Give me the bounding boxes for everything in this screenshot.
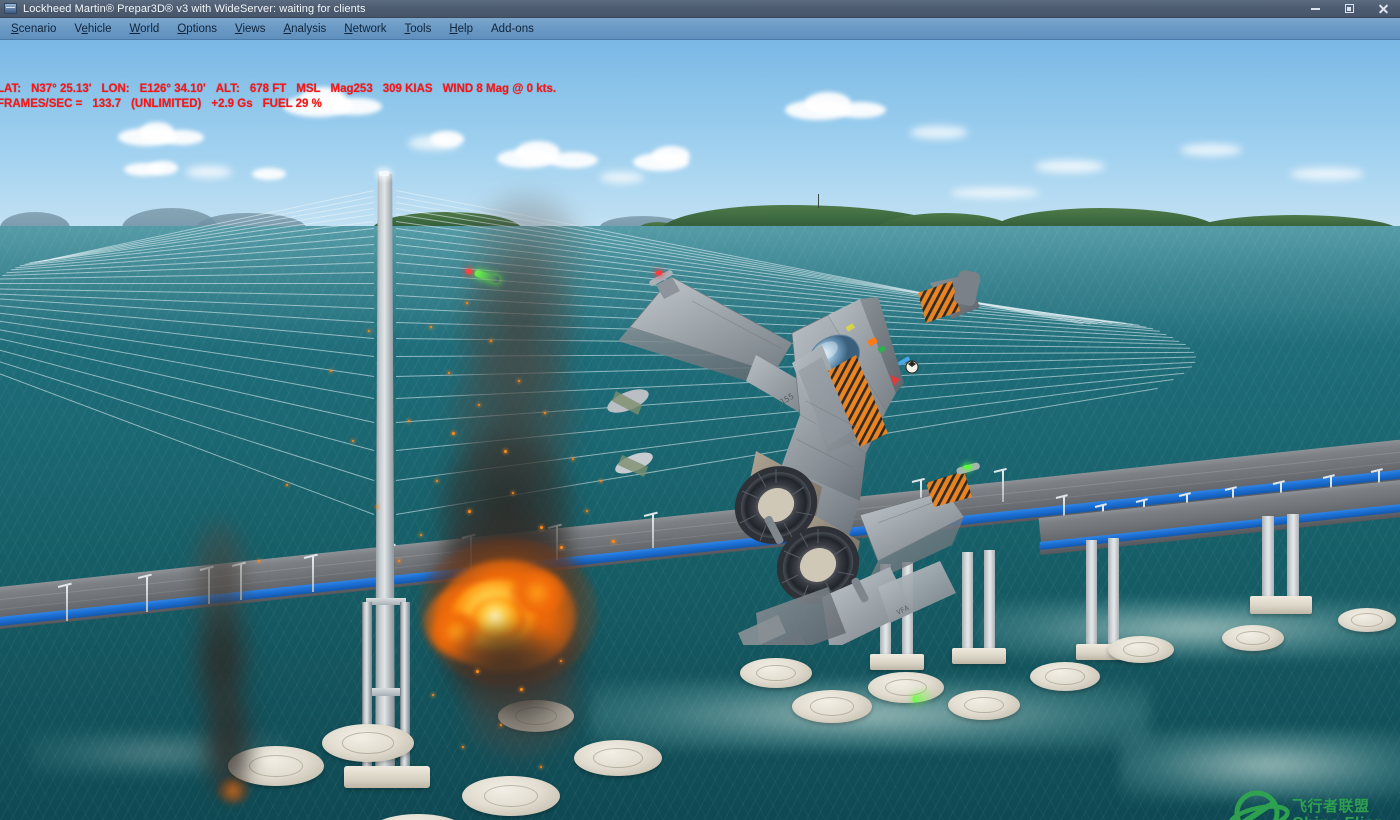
cloud — [252, 168, 286, 180]
cloud — [330, 98, 382, 115]
menu-item-vehicle[interactable]: Vehicle — [65, 19, 120, 39]
cloud — [910, 126, 968, 139]
secondary-fire — [216, 778, 250, 804]
shoal — [1120, 730, 1400, 800]
close-icon — [1378, 3, 1389, 14]
island-antenna-mast — [818, 194, 819, 208]
window-controls — [1298, 0, 1400, 18]
menu-item-analysis[interactable]: Analysis — [274, 19, 335, 39]
3d-scene: 155 VFA — [0, 40, 1400, 820]
menu-item-help[interactable]: Help — [440, 19, 482, 39]
cloud — [430, 131, 464, 147]
menu-item-options[interactable]: Options — [168, 19, 226, 39]
nav-light-green-wingtip — [964, 465, 971, 469]
nav-light-red-wingtip — [656, 271, 662, 275]
cloud — [548, 152, 598, 168]
cloud — [600, 172, 644, 183]
pylon-aviation-light — [379, 171, 389, 176]
menu-item-world[interactable]: World — [121, 19, 169, 39]
minimize-icon — [1310, 7, 1320, 10]
cloud — [950, 188, 1040, 198]
application-window: Lockheed Martin® Prepar3D® v3 with WideS… — [0, 0, 1400, 820]
close-button[interactable] — [1366, 0, 1400, 18]
restore-icon — [1344, 4, 1354, 13]
nav-light-red-distant — [466, 269, 472, 274]
menu-item-tools[interactable]: Tools — [395, 19, 440, 39]
pylon-foundation — [344, 766, 430, 788]
window-title: Lockheed Martin® Prepar3D® v3 with WideS… — [23, 2, 366, 15]
cloud — [1290, 168, 1364, 180]
menu-item-network[interactable]: Network — [335, 19, 395, 39]
menu-item-addons[interactable]: Add-ons — [482, 19, 543, 39]
menu-bar: Scenario Vehicle World Options Views Ana… — [0, 18, 1400, 40]
maximize-button[interactable] — [1332, 0, 1366, 18]
minimize-button[interactable] — [1298, 0, 1332, 18]
sky — [0, 40, 1400, 226]
cloud — [186, 166, 232, 178]
fireball-outer — [510, 572, 564, 614]
aircraft-f18-hornet: 155 VFA — [560, 215, 981, 663]
cloud — [652, 146, 690, 165]
cloud — [1180, 144, 1242, 156]
aircraft-svg: 155 VFA — [607, 270, 981, 663]
fireball-soot — [452, 628, 562, 696]
app-icon — [4, 3, 17, 14]
menu-item-scenario[interactable]: Scenario — [2, 19, 65, 39]
bridge-pylon — [375, 174, 395, 774]
cloud — [1035, 160, 1105, 173]
cloud — [836, 102, 886, 118]
cloud — [160, 130, 204, 145]
menu-item-views[interactable]: Views — [226, 19, 274, 39]
simulator-viewport[interactable]: 155 VFA LAT: N37° 25.13' LON: E126° 34.10' A… — [0, 40, 1400, 820]
title-bar: Lockheed Martin® Prepar3D® v3 with WideS… — [0, 0, 1400, 18]
cloud — [148, 161, 178, 175]
shoal — [980, 600, 1400, 658]
